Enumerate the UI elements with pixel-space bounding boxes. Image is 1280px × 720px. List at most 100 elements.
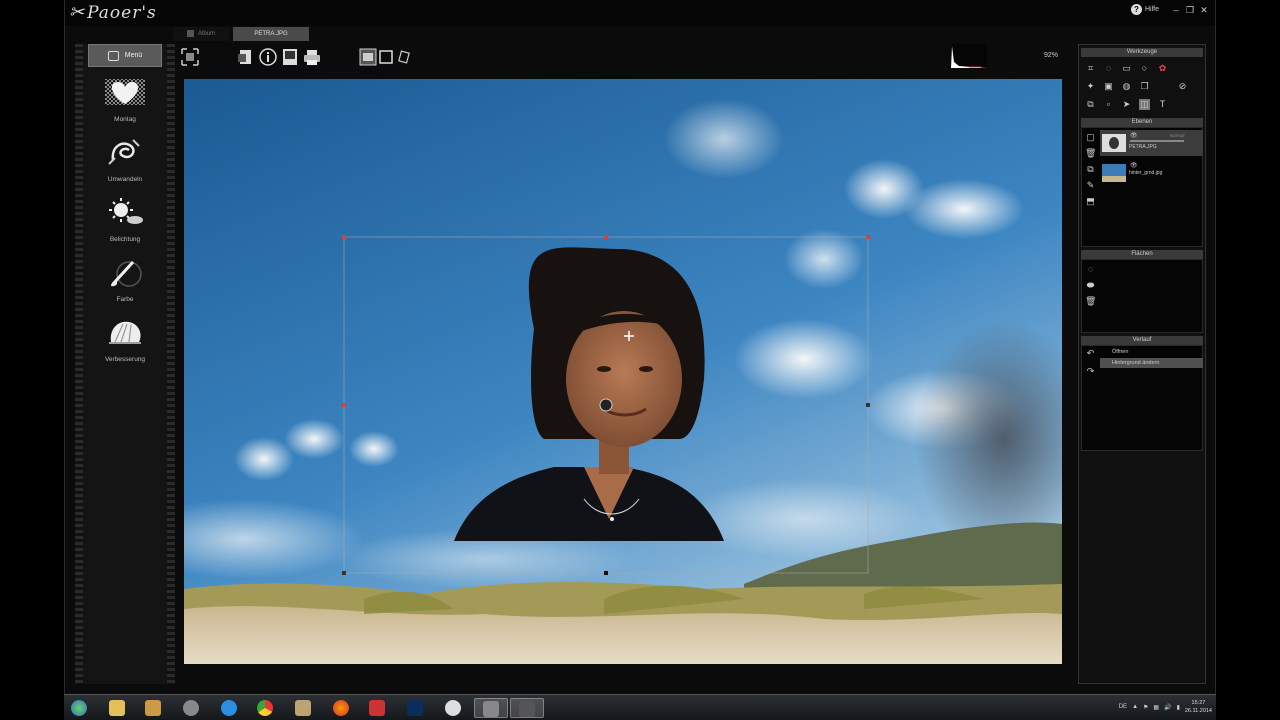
rect-select-icon[interactable]: ▭ — [1121, 63, 1132, 74]
help-label: Hilfe — [1144, 6, 1159, 13]
shell-icon — [109, 321, 141, 344]
rotate-handle-icon[interactable] — [599, 398, 613, 412]
network-icon[interactable]: ▦ — [1153, 704, 1159, 711]
history-item[interactable]: Hintergrund ändern — [1100, 358, 1203, 368]
cancel-icon[interactable]: ⊘ — [1177, 81, 1188, 92]
tab-album-label: Album — [198, 31, 216, 37]
merge-layer-icon[interactable]: ⬒ — [1085, 196, 1096, 207]
layer-name: PETRA.JPG — [1129, 144, 1157, 150]
help-button[interactable]: ? Hilfe — [1130, 4, 1159, 15]
taskbar-photoshop[interactable] — [404, 698, 426, 718]
handle-tr[interactable] — [866, 235, 870, 239]
view-single-icon[interactable] — [359, 48, 377, 66]
edit-layer-icon[interactable]: ✎ — [1085, 180, 1096, 191]
app-window: ✂ Paoer's ? Hilfe – ❐ ✕ Album PETRA.JPG Me… — [64, 0, 1216, 694]
tool-verbesserung[interactable]: Verbesserung — [83, 316, 167, 363]
menu-button[interactable]: Menü — [88, 44, 162, 67]
layer-item[interactable]: 👁 hinter_grnd.jpg — [1100, 160, 1203, 186]
visibility-eye-icon[interactable]: 👁 — [1130, 162, 1138, 169]
ellipse-select-icon[interactable]: ○ — [1139, 63, 1150, 74]
copy-icon[interactable]: ❐ — [1139, 81, 1150, 92]
tool-umwandeln[interactable]: Umwandeln — [83, 136, 167, 183]
clock[interactable]: 15:27 26.11.2014 — [1185, 699, 1212, 715]
info-icon[interactable] — [259, 48, 277, 66]
fit-screen-icon[interactable] — [181, 48, 199, 66]
language-indicator[interactable]: DE — [1119, 704, 1127, 710]
tools-panel-title: Werkzeuge — [1081, 48, 1203, 57]
archive-icon — [295, 700, 311, 716]
taskbar-office[interactable] — [366, 698, 388, 718]
lasso-select-icon[interactable]: ⌗ — [1085, 63, 1096, 74]
taskbar-window2[interactable] — [510, 698, 544, 718]
close-icon[interactable]: ✕ — [1199, 5, 1209, 15]
add-surface-icon[interactable]: ◌ — [1085, 264, 1096, 275]
new-layer-icon[interactable]: ▢ — [1085, 132, 1096, 143]
camera-icon[interactable]: ▣ — [1103, 81, 1114, 92]
taskbar-explorer[interactable] — [106, 698, 128, 718]
taskbar-media[interactable] — [142, 698, 164, 718]
handle-bl[interactable] — [342, 571, 346, 575]
print-icon[interactable] — [303, 48, 321, 66]
tab-petra[interactable]: PETRA.JPG — [233, 27, 310, 41]
tool-farbe[interactable]: Farbe — [83, 256, 167, 303]
handle-bc[interactable] — [604, 571, 608, 575]
handle-mr[interactable] — [866, 403, 870, 407]
undo-icon[interactable]: ↶ — [1085, 348, 1096, 359]
sphere-icon[interactable]: ◍ — [1121, 81, 1132, 92]
freehand-select-icon[interactable]: ◌ — [1103, 63, 1114, 74]
opacity-slider[interactable] — [1130, 140, 1184, 142]
minimize-icon[interactable]: – — [1171, 5, 1181, 15]
color-wheel-icon[interactable]: ✿ — [1157, 63, 1168, 74]
surface-shape-icon[interactable]: ⬬ — [1085, 280, 1096, 291]
composite-image[interactable] — [184, 79, 1062, 664]
tool-sidebar: Menü Montag Umwandeln Belichtung Farbe V… — [83, 44, 167, 684]
magic-wand-icon[interactable]: ✦ — [1085, 81, 1096, 92]
handle-tc[interactable] — [604, 235, 608, 239]
start-button[interactable] — [68, 698, 90, 718]
save-image-icon[interactable] — [281, 48, 299, 66]
duplicate-layer-icon[interactable]: ⧉ — [1085, 164, 1096, 175]
delete-surface-icon[interactable]: 🗑 — [1085, 296, 1096, 307]
transform-icon[interactable]: ◫ — [1139, 99, 1150, 110]
handle-tl[interactable] — [342, 235, 346, 239]
tool-belichtung[interactable]: Belichtung — [83, 196, 167, 243]
zoom-level: 92% — [1044, 52, 1059, 59]
tool-montage[interactable]: Montag — [83, 76, 167, 123]
taskbar-search[interactable] — [180, 698, 202, 718]
delete-layer-icon[interactable]: 🗑 — [1085, 148, 1096, 159]
rotate-icon[interactable] — [395, 48, 413, 66]
visibility-eye-icon[interactable]: 👁 — [1130, 132, 1138, 139]
taskbar-app[interactable] — [292, 698, 314, 718]
app-logo: ✂ Paoer's — [69, 2, 157, 23]
taskbar-ie[interactable] — [218, 698, 240, 718]
tab-album[interactable]: Album — [173, 27, 230, 41]
redo-icon[interactable]: ↷ — [1085, 366, 1096, 377]
image-canvas[interactable] — [184, 79, 1062, 664]
power-icon[interactable]: ▮ — [1177, 704, 1180, 711]
history-panel-title: Verlauf — [1081, 336, 1203, 345]
volume-icon[interactable]: 🔊 — [1164, 704, 1171, 711]
history-item[interactable]: Öffnen — [1100, 347, 1203, 357]
text-tool-icon[interactable]: T — [1157, 99, 1168, 110]
blank-tool-icon[interactable]: ▫ — [1103, 99, 1114, 110]
tray-arrow-icon[interactable]: ▲ — [1132, 704, 1138, 710]
firefox-icon — [333, 700, 349, 716]
folder-icon — [109, 700, 125, 716]
taskbar-sync[interactable] — [442, 698, 464, 718]
right-panel: Werkzeuge ⌗ ◌ ▭ ○ ✿ ✦ ▣ ◍ ❐ ⊘ ⧉ ▫ ➤ ◫ T … — [1078, 44, 1206, 684]
pointer-icon[interactable]: ➤ — [1121, 99, 1132, 110]
handle-ml[interactable] — [342, 403, 346, 407]
taskbar-firefox[interactable] — [330, 698, 352, 718]
taskbar-chrome[interactable] — [254, 698, 276, 718]
document-tabs: Album PETRA.JPG — [173, 27, 310, 41]
view-frame-icon[interactable] — [377, 48, 395, 66]
crop-icon[interactable]: ⧉ — [1085, 99, 1096, 110]
restore-icon[interactable]: ❐ — [1185, 5, 1195, 15]
layer-item[interactable]: 👁 Normal PETRA.JPG — [1100, 130, 1203, 156]
flag-icon[interactable]: ⚑ — [1143, 704, 1148, 711]
layer-blend-mode[interactable]: Normal — [1170, 133, 1185, 138]
layers-panel: ▢ 🗑 ⧉ ✎ ⬒ 👁 Normal PETRA.JPG 👁 hinter_gr… — [1081, 127, 1203, 247]
taskbar-paoers[interactable] — [474, 698, 508, 718]
open-file-icon[interactable] — [237, 48, 255, 66]
tool-umwandeln-label: Umwandeln — [107, 176, 143, 183]
